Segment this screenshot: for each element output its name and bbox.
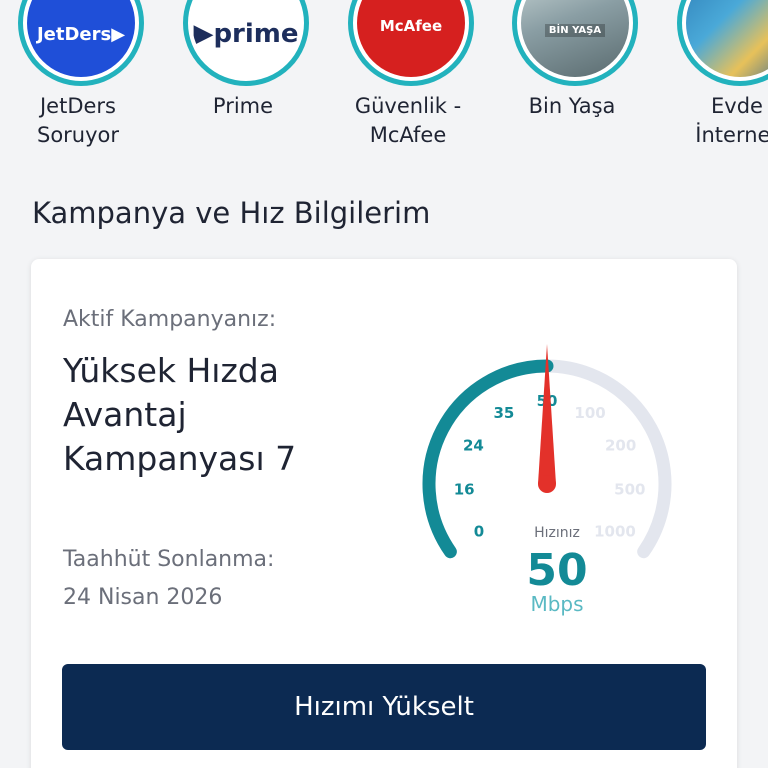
bin-yasa-logo-text: BİN YAŞA [544, 24, 606, 37]
campaign-name: Yüksek Hızda Avantaj Kampanyası 7 [63, 351, 297, 478]
story-ring: JetDers▶ [18, 0, 144, 86]
active-campaign-label: Aktif Kampanyanız: [63, 307, 277, 332]
gauge-tick-label: 200 [605, 437, 636, 455]
story-ring: McAfee [348, 0, 474, 86]
campaign-card: Aktif Kampanyanız: Yüksek Hızda Avantaj … [31, 259, 737, 768]
jetders-logo-text: JetDers▶ [36, 24, 126, 45]
commitment-end-date: 24 Nisan 2026 [63, 585, 223, 610]
story-ring: BİN YAŞA [512, 0, 638, 86]
prime-logo: ▶prime [192, 0, 300, 77]
story-label-jetders: JetDers Soruyor [36, 94, 120, 147]
story-label-evde-internet: Evde İnternet [695, 94, 768, 147]
gauge-tick-label: 500 [614, 480, 645, 498]
story-label-bin-yasa: Bin Yaşa [528, 94, 616, 118]
section-title: Kampanya ve Hız Bilgilerim [32, 196, 431, 230]
gauge-tick-label: 35 [494, 404, 515, 422]
story-ring [677, 0, 768, 86]
story-row: JetDers▶ JetDers Soruyor ▶prime Prime Mc… [0, 0, 768, 160]
mcafee-logo: McAfee [357, 0, 465, 77]
speed-label: Hızınız [534, 525, 580, 541]
story-label-mcafee: Güvenlik - McAfee [354, 94, 462, 147]
story-ring: ▶prime [183, 0, 309, 86]
mcafee-logo-text: McAfee [379, 17, 443, 35]
upgrade-speed-button[interactable]: Hızımı Yükselt [62, 664, 706, 750]
gauge-tick-label: 0 [474, 523, 484, 541]
commitment-end-label: Taahhüt Sonlanma: [63, 547, 275, 572]
gauge-tick-label: 100 [574, 404, 605, 422]
gauge-tick-label: 1000 [594, 523, 636, 541]
speed-unit: Mbps [530, 592, 583, 616]
speed-value: 50 [526, 545, 587, 596]
prime-logo-text: ▶prime [193, 19, 299, 49]
story-label-prime: Prime [212, 94, 274, 118]
gauge-tick-label: 16 [454, 480, 475, 498]
gauge-tick-label: 24 [463, 437, 484, 455]
gauge-progress [422, 359, 554, 559]
bin-yasa-image: BİN YAŞA [521, 0, 629, 77]
speed-gauge: 0162435501002005001000Hızınız50Mbps [422, 344, 672, 616]
jetders-logo: JetDers▶ [27, 0, 135, 77]
evde-internet-image [686, 0, 768, 77]
gauge-needle-hub [538, 475, 556, 493]
